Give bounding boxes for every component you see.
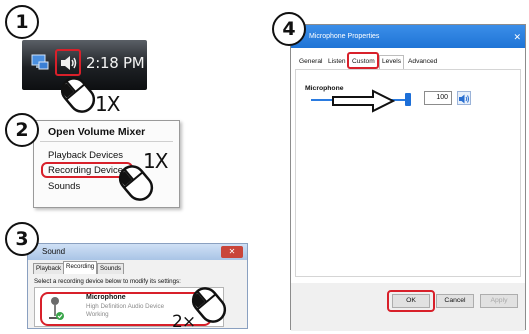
step-number-3: 3 bbox=[5, 222, 39, 256]
step-number-2: 2 bbox=[5, 113, 39, 147]
microphone-properties-dialog: Microphone Properties ✕ General Listen C… bbox=[290, 24, 526, 331]
click-count-label: 2× bbox=[172, 312, 196, 332]
click-count-label: 1X bbox=[95, 92, 120, 116]
window-title: Microphone Properties bbox=[309, 33, 380, 40]
tab-advanced[interactable]: Advanced bbox=[408, 56, 437, 69]
step-number-4: 4 bbox=[272, 12, 306, 46]
speaker-icon[interactable] bbox=[60, 55, 78, 71]
mp-title-bar: Microphone Properties bbox=[291, 25, 525, 48]
tab-general[interactable]: General bbox=[299, 56, 322, 69]
window-title: Sound bbox=[42, 247, 66, 256]
network-icon[interactable] bbox=[30, 52, 50, 72]
level-slider-thumb[interactable] bbox=[405, 93, 411, 106]
mute-toggle-button[interactable] bbox=[457, 91, 471, 105]
instruction-text: Select a recording device below to modif… bbox=[34, 278, 181, 285]
step-number-1: 1 bbox=[5, 5, 39, 39]
device-name[interactable]: Microphone bbox=[86, 294, 126, 301]
speaker-icon bbox=[459, 94, 469, 104]
tab-listen[interactable]: Listen bbox=[328, 56, 346, 69]
arrow-right-icon bbox=[332, 89, 395, 113]
menu-item-playback-devices[interactable]: Playback Devices bbox=[48, 150, 123, 161]
click-count-label: 1X bbox=[143, 149, 168, 173]
close-button[interactable]: ✕ bbox=[221, 246, 243, 258]
device-status: Working bbox=[86, 311, 109, 318]
sound-title-bar: Sound bbox=[28, 244, 247, 260]
custom-tab-highlight bbox=[347, 52, 379, 69]
device-description: High Definition Audio Device bbox=[86, 303, 165, 310]
close-icon[interactable]: ✕ bbox=[513, 32, 521, 43]
menu-item-sounds[interactable]: Sounds bbox=[48, 181, 80, 192]
level-value-input[interactable]: 100 bbox=[424, 91, 452, 105]
tab-levels[interactable]: Levels bbox=[379, 55, 405, 69]
cancel-button[interactable]: Cancel bbox=[436, 294, 474, 308]
menu-divider bbox=[40, 141, 173, 142]
clock-time[interactable]: 2:18 PM bbox=[86, 54, 145, 72]
menu-item-open-volume-mixer[interactable]: Open Volume Mixer bbox=[48, 126, 145, 138]
tab-sounds[interactable]: Sounds bbox=[97, 263, 124, 274]
apply-button[interactable]: Apply bbox=[480, 294, 518, 308]
microphone-icon bbox=[49, 297, 64, 320]
tab-recording[interactable]: Recording bbox=[63, 261, 98, 274]
ok-button[interactable]: OK bbox=[392, 294, 430, 308]
tab-playback[interactable]: Playback bbox=[33, 263, 65, 274]
